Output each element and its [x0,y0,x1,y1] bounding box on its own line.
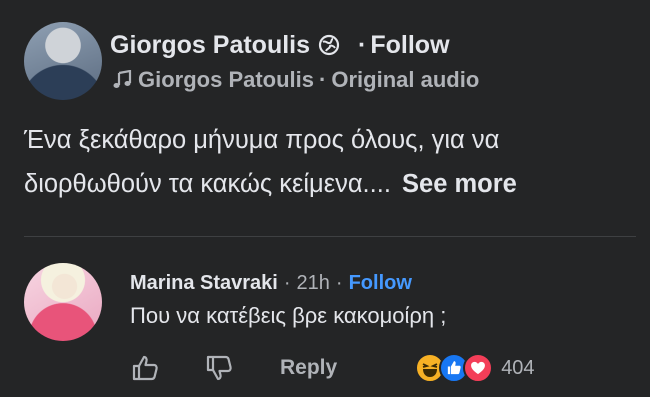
comment-follow-button[interactable]: Follow [349,272,412,295]
love-reaction-icon [463,353,494,383]
header-separator: · [358,30,367,59]
globe-icon [318,34,340,56]
commenter-avatar[interactable] [24,263,102,341]
comment-actions: Reply 404 [128,350,535,386]
author-avatar[interactable] [24,22,102,100]
audio-separator: · [319,67,327,92]
thumbs-up-icon[interactable] [128,351,162,385]
audio-author: Giorgos Patoulis [138,67,315,92]
author-row: Giorgos Patoulis · Follow [110,26,479,64]
audio-row[interactable]: Giorgos Patoulis · Original audio [110,67,479,93]
comment-follow-separator: · [335,271,343,294]
comment-text: Που να κατέβεις βρε κακομοίρη ; [130,303,447,328]
divider [24,236,636,237]
music-note-icon [112,70,132,90]
commenter-name[interactable]: Marina Stavraki [130,272,278,295]
comment-body: Marina Stavraki · 21h · Follow Που να κα… [130,269,446,341]
comment-time: 21h [296,271,330,294]
comment-separator: · [283,271,291,294]
audio-label: Original audio [331,67,480,92]
thumbs-down-icon[interactable] [202,351,236,385]
see-more-link[interactable]: See more [402,170,517,198]
comment: Marina Stavraki · 21h · Follow Που να κα… [24,263,446,341]
post-header-text: Giorgos Patoulis · Follow Giorgos Patoul… [110,26,479,100]
follow-button[interactable]: Follow [370,31,449,60]
reply-button[interactable]: Reply [280,356,337,380]
comment-meta: Marina Stavraki · 21h · Follow [130,269,446,297]
author-name[interactable]: Giorgos Patoulis [110,31,310,60]
post-caption: Ένα ξεκάθαρο μήνυμα προς όλους, για να δ… [24,118,614,206]
reaction-count: 404 [501,356,535,379]
reactions-summary[interactable]: 404 [415,353,535,383]
post-header: Giorgos Patoulis · Follow Giorgos Patoul… [24,22,479,100]
